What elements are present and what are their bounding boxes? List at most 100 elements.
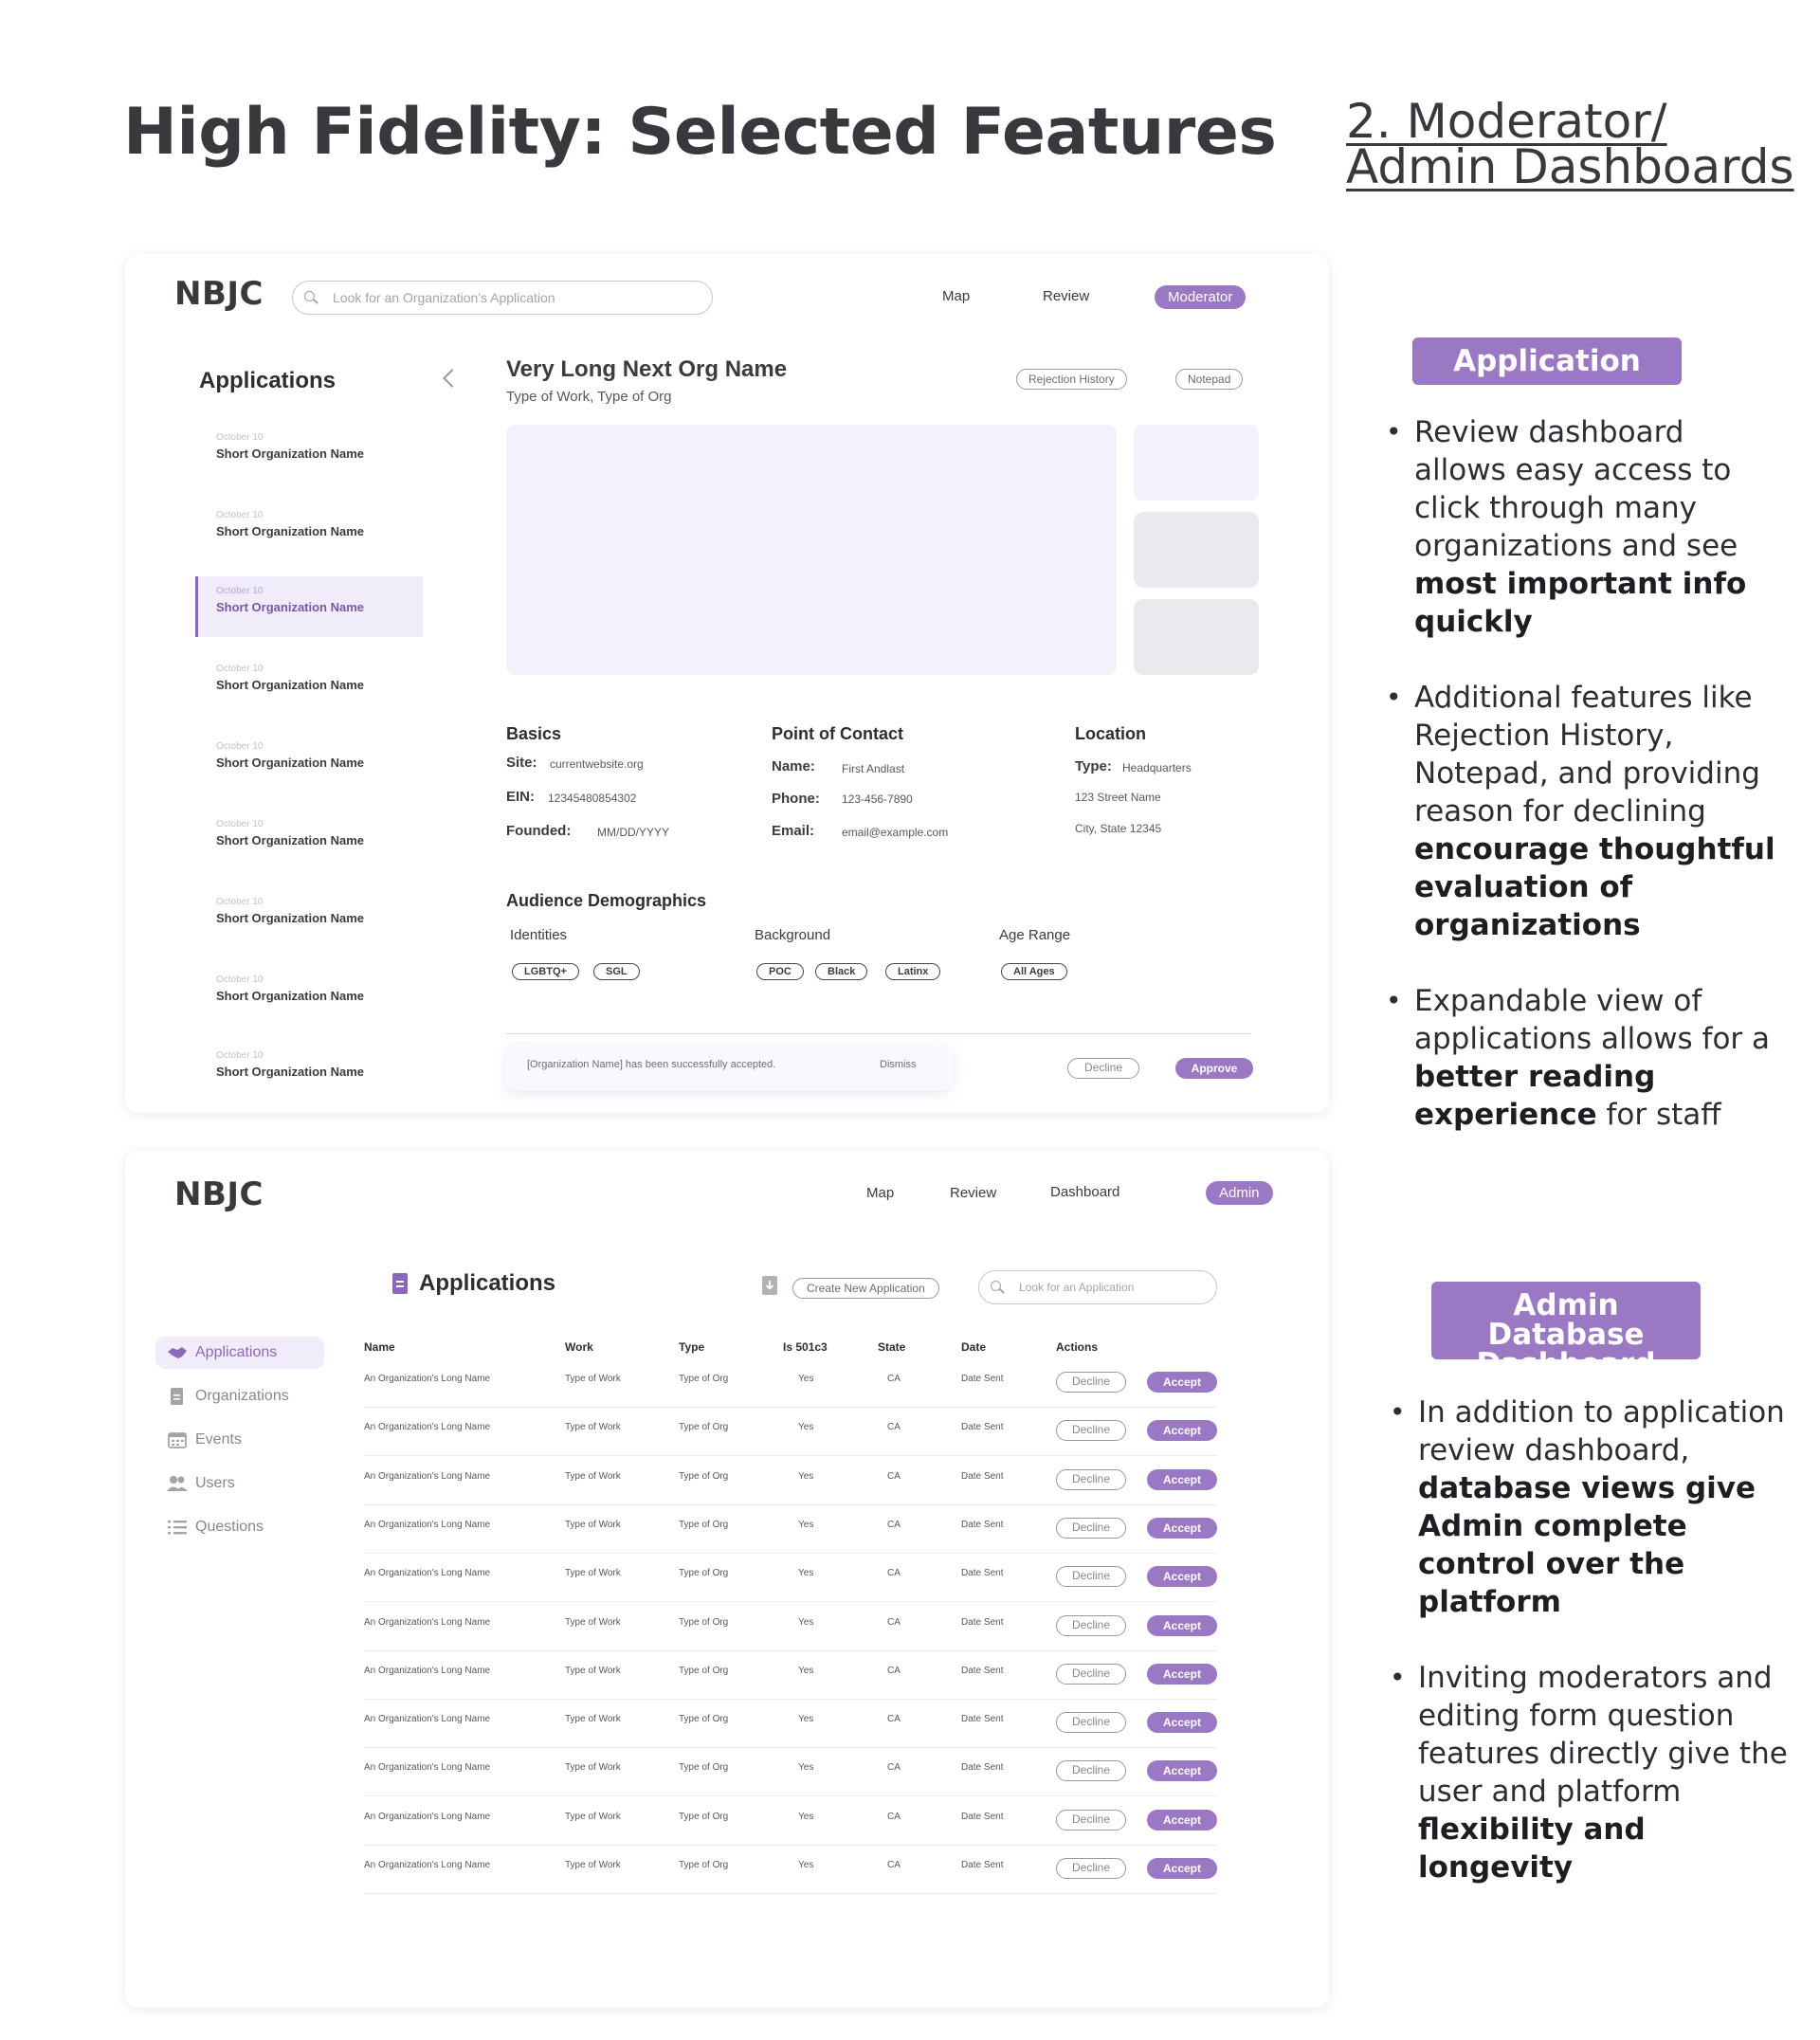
create-new-application-button[interactable]: Create New Application [792,1278,939,1299]
accept-button[interactable]: Accept [1147,1712,1217,1734]
role-badge-moderator[interactable]: Moderator [1155,285,1247,309]
decline-button[interactable]: Decline [1056,1468,1126,1490]
cell-type: Type of Org [679,1470,729,1482]
decline-button[interactable]: Decline [1056,1420,1126,1442]
table-row[interactable]: An Organization's Long Name Type of Work T… [364,1846,1217,1894]
decline-button[interactable]: Decline [1056,1372,1126,1393]
table-row[interactable]: An Organization's Long Name Type of Work T… [364,1651,1217,1700]
search-icon [304,291,318,304]
nav-dashboard[interactable]: Dashboard [1050,1184,1119,1200]
bullet-emphasis: encourage thoughtful evaluation of organ… [1414,832,1775,942]
accept-button[interactable]: Accept [1147,1420,1217,1442]
contact-name-label: Name: [772,758,815,774]
role-badge-admin[interactable]: Admin [1206,1181,1273,1205]
ein-label: EIN: [506,789,535,805]
search-input[interactable]: Look for an Organization's Application [292,281,713,315]
application-date: October 10 [216,664,264,674]
application-list-item[interactable]: October 10 Short Organization Name [195,1041,423,1102]
sidebar-item-applications[interactable]: Applications [155,1337,324,1369]
cell-state: CA [887,1519,901,1530]
application-list-item[interactable]: October 10 Short Organization Name [195,654,423,715]
decline-button[interactable]: Decline [1056,1712,1126,1734]
nav-review[interactable]: Review [1043,288,1089,304]
accept-button[interactable]: Accept [1147,1760,1217,1782]
calendar-icon [167,1431,188,1448]
accept-button[interactable]: Accept [1147,1614,1217,1636]
accept-button[interactable]: Accept [1147,1809,1217,1831]
download-icon[interactable] [762,1276,777,1300]
application-list-item[interactable]: October 10 Short Organization Name [195,576,423,637]
decline-button[interactable]: Decline [1067,1058,1139,1079]
collapse-chevron-icon[interactable] [443,369,462,388]
location-street: 123 Street Name [1075,791,1161,804]
column-header-501c3[interactable]: Is 501c3 [783,1340,828,1354]
cell-state: CA [887,1762,901,1774]
table-row[interactable]: An Organization's Long Name Type of Work T… [364,1408,1217,1457]
accept-button[interactable]: Accept [1147,1858,1217,1879]
rejection-history-button[interactable]: Rejection History [1016,369,1127,390]
nav-map[interactable]: Map [866,1185,894,1201]
org-image-thumb[interactable] [1134,425,1259,501]
table-row[interactable]: An Organization's Long Name Type of Work T… [364,1700,1217,1749]
decline-button[interactable]: Decline [1056,1760,1126,1782]
application-list-item[interactable]: October 10 Short Organization Name [195,887,423,948]
sidebar-item-events[interactable]: Events [155,1424,324,1456]
cell-name: An Organization's Long Name [364,1374,491,1384]
sidebar-item-questions[interactable]: Questions [155,1511,324,1543]
column-header-state[interactable]: State [878,1340,905,1354]
decline-button[interactable]: Decline [1056,1517,1126,1539]
decline-button[interactable]: Decline [1056,1566,1126,1588]
column-header-type[interactable]: Type [679,1340,704,1354]
table-row[interactable]: An Organization's Long Name Type of Work T… [364,1748,1217,1797]
notepad-button[interactable]: Notepad [1175,369,1244,390]
table-row[interactable]: An Organization's Long Name Type of Work T… [364,1457,1217,1505]
accept-button[interactable]: Accept [1147,1372,1217,1393]
org-image-thumb[interactable] [1134,512,1259,588]
tag-identity: SGL [593,963,640,980]
table-row[interactable]: An Organization's Long Name Type of Work T… [364,1603,1217,1651]
accept-button[interactable]: Accept [1147,1663,1217,1685]
nav-map[interactable]: Map [942,288,970,304]
application-list-item[interactable]: October 10 Short Organization Name [195,423,423,483]
cell-501c3: Yes [798,1568,814,1579]
approve-button[interactable]: Approve [1175,1058,1253,1079]
site-value: currentwebsite.org [550,757,644,771]
application-list-item[interactable]: October 10 Short Organization Name [195,501,423,561]
org-image-thumb[interactable] [1134,599,1259,675]
decline-button[interactable]: Decline [1056,1663,1126,1685]
ein-value: 12345480854302 [548,792,637,805]
toast-dismiss-link[interactable]: Dismiss [880,1059,917,1070]
table-row[interactable]: An Organization's Long Name Type of Work T… [364,1505,1217,1554]
sidebar-item-organizations[interactable]: Organizations [155,1380,324,1412]
application-list-item[interactable]: October 10 Short Organization Name [195,732,423,792]
basics-heading: Basics [506,724,562,743]
cell-work: Type of Work [565,1422,621,1433]
accept-button[interactable]: Accept [1147,1517,1217,1539]
column-header-date[interactable]: Date [961,1340,986,1354]
accept-button[interactable]: Accept [1147,1566,1217,1588]
sidebar-item-users[interactable]: Users [155,1467,324,1500]
table-row[interactable]: An Organization's Long Name Type of Work T… [364,1797,1217,1846]
application-list-item[interactable]: October 10 Short Organization Name [195,810,423,870]
application-list-item[interactable]: October 10 Short Organization Name [195,965,423,1026]
table-row[interactable]: An Organization's Long Name Type of Work T… [364,1359,1217,1408]
column-header-name[interactable]: Name [364,1340,395,1354]
bullet-text: In addition to application review dashbo… [1418,1395,1785,1467]
decline-button[interactable]: Decline [1056,1809,1126,1831]
cell-501c3: Yes [798,1811,814,1822]
cell-state: CA [887,1422,901,1433]
founded-value: MM/DD/YYYY [597,826,670,839]
cell-work: Type of Work [565,1519,621,1530]
accept-button[interactable]: Accept [1147,1468,1217,1490]
org-image-main[interactable] [506,425,1117,675]
decline-button[interactable]: Decline [1056,1858,1126,1879]
decline-button[interactable]: Decline [1056,1614,1126,1636]
cell-state: CA [887,1374,901,1384]
table-row[interactable]: An Organization's Long Name Type of Work T… [364,1554,1217,1603]
identities-label: Identities [510,927,568,943]
cell-name: An Organization's Long Name [364,1422,491,1433]
nav-review[interactable]: Review [950,1185,996,1201]
search-input[interactable]: Look for an Application [978,1270,1217,1304]
section-link[interactable]: 2. Moderator/ Admin Dashboards [1346,98,1820,191]
column-header-work[interactable]: Work [565,1340,593,1354]
